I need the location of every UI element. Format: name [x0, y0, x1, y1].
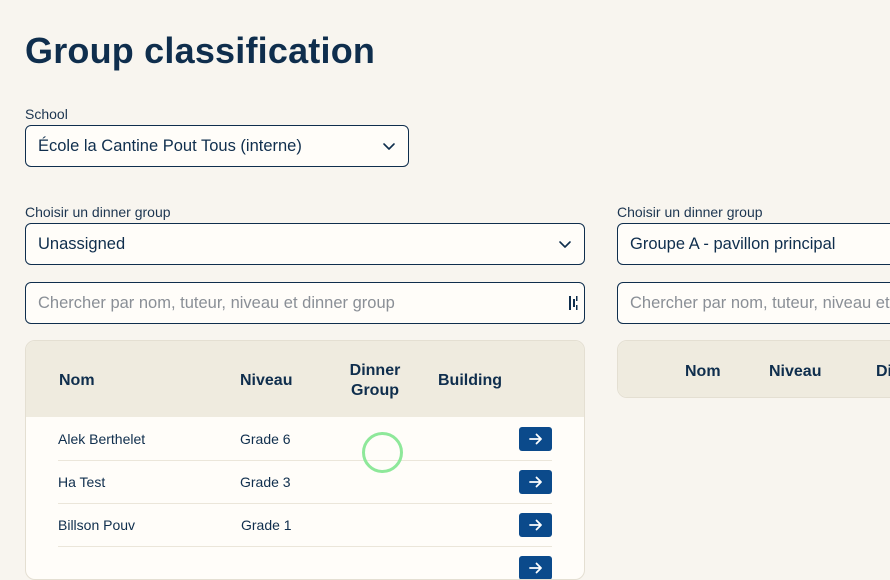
page-title: Group classification — [25, 30, 376, 71]
move-student-button[interactable] — [519, 555, 552, 579]
right-search-field[interactable] — [617, 282, 890, 324]
column-header-nom: Nom — [685, 363, 721, 380]
left-search-input[interactable] — [38, 293, 584, 313]
column-header-nom: Nom — [59, 372, 95, 389]
student-name: Ha Test — [58, 473, 106, 490]
student-grade: Grade 6 — [240, 430, 291, 447]
click-indicator — [362, 432, 403, 473]
student-name: Billson Pouv — [58, 516, 136, 533]
school-label: School — [25, 106, 68, 122]
column-header-dinner-line: Dinner — [349, 362, 401, 379]
barcode-scan-icon[interactable] — [568, 295, 580, 311]
student-name: Alek Berthelet — [58, 430, 146, 447]
move-student-button[interactable] — [519, 469, 552, 494]
right-table-header: Nom Niveau Di — [618, 341, 890, 397]
left-group-select[interactable]: Unassigned — [25, 223, 585, 265]
table-row: Alek Berthelet Grade 6 — [58, 417, 552, 461]
student-grade: Grade 1 — [241, 516, 292, 533]
arrow-right-icon — [528, 476, 542, 487]
move-student-button[interactable] — [519, 426, 552, 451]
table-row — [58, 546, 552, 579]
left-group-select-value: Unassigned — [38, 234, 126, 253]
arrow-right-icon — [528, 519, 542, 530]
right-students-table: Nom Niveau Di — [617, 340, 890, 398]
column-header-niveau: Niveau — [240, 372, 293, 389]
arrow-right-icon — [528, 562, 542, 573]
column-header-group-line: Group — [351, 382, 399, 399]
school-select[interactable]: École la Cantine Pout Tous (interne) — [25, 125, 409, 167]
table-row: Billson Pouv Grade 1 — [58, 503, 552, 547]
column-header-dinner-group: Di — [876, 363, 890, 380]
column-header-dinner-group: Dinner Group — [340, 361, 410, 401]
right-group-select[interactable]: Groupe A - pavillon principal — [617, 223, 890, 265]
right-search-input[interactable] — [630, 293, 890, 313]
column-header-niveau: Niveau — [769, 363, 822, 380]
chevron-down-icon — [559, 241, 571, 248]
student-grade: Grade 3 — [240, 473, 291, 490]
move-student-button[interactable] — [519, 512, 552, 537]
left-students-table: Nom Niveau Dinner Group Building Alek Be… — [25, 340, 585, 580]
left-table-header: Nom Niveau Dinner Group Building — [26, 341, 584, 417]
right-group-label: Choisir un dinner group — [617, 204, 763, 220]
arrow-right-icon — [528, 433, 542, 444]
school-select-value: École la Cantine Pout Tous (interne) — [38, 136, 302, 155]
table-row: Ha Test Grade 3 — [58, 460, 552, 504]
left-group-label: Choisir un dinner group — [25, 204, 171, 220]
chevron-down-icon — [383, 143, 395, 150]
right-group-select-value: Groupe A - pavillon principal — [630, 234, 836, 253]
left-search-field[interactable] — [25, 282, 585, 324]
column-header-building: Building — [438, 372, 502, 389]
